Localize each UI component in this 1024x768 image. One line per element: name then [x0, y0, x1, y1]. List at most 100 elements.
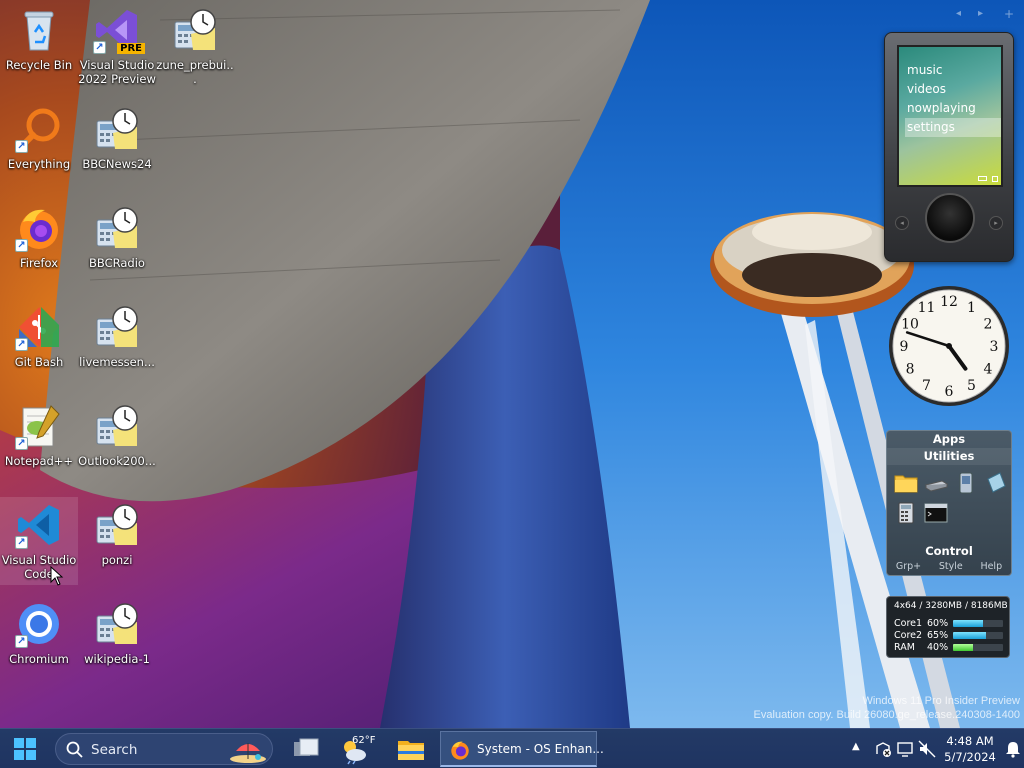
sysmon-row-core2: Core2 65% — [894, 630, 1006, 642]
task-view-button[interactable] — [290, 733, 322, 765]
taskbar-window-title: System - OS Enhan... — [477, 742, 604, 756]
desktop-icon-notepad-plus-plus[interactable]: ↗ Notepad++ — [0, 398, 78, 494]
sidebar-prev-icon[interactable]: ◂ — [956, 8, 961, 19]
gadget-file-icon — [93, 402, 141, 450]
sysmon-bar-fill — [953, 620, 983, 627]
zune-menu-videos[interactable]: videos — [905, 80, 1001, 99]
vscode-icon: ↗ — [15, 501, 63, 549]
calculator-icon[interactable] — [894, 501, 918, 525]
folder-icon[interactable] — [894, 471, 918, 495]
clock-numeral: 4 — [984, 362, 993, 378]
visual-studio-icon: PRE ↗ — [93, 6, 145, 54]
desktop-icon-label: ponzi — [101, 553, 133, 567]
device-icon[interactable] — [954, 471, 978, 495]
desktop-icon-label: Everything — [7, 157, 71, 171]
clock-numeral: 2 — [984, 317, 993, 333]
desktop-icon-recycle-bin[interactable]: Recycle Bin — [0, 2, 78, 98]
gadget-file-icon — [93, 501, 141, 549]
clock-numeral: 3 — [990, 339, 999, 355]
desktop-icon-label: wikipedia-1 — [84, 652, 150, 666]
system-monitor-gadget[interactable]: 4x64 / 3280MB / 8186MB Core1 60% Core2 6… — [886, 596, 1010, 658]
shortcut-arrow-icon: ↗ — [15, 239, 28, 252]
volume-muted-icon[interactable] — [918, 740, 936, 758]
taskbar-search-box[interactable]: Search — [55, 733, 273, 765]
network-disconnected-icon[interactable] — [874, 740, 892, 758]
zune-status-icon — [992, 176, 998, 182]
git-bash-icon: ↗ — [15, 303, 63, 351]
apps-style-link[interactable]: Style — [939, 561, 963, 572]
clock-numeral: 6 — [945, 384, 954, 400]
desktop-icon-label: livemessen... — [79, 355, 155, 369]
taskbar-window-firefox[interactable]: System - OS Enhan... — [440, 731, 604, 767]
taskbar: Search 62°F System - OS Enhan... ▲ 4:48 … — [0, 728, 1024, 768]
shortcut-arrow-icon: ↗ — [15, 635, 28, 648]
sysmon-row-percent: 65% — [927, 630, 949, 641]
zune-menu-settings[interactable]: settings — [905, 118, 1001, 137]
desktop-icon-git-bash[interactable]: ↗ Git Bash — [0, 299, 78, 395]
command-prompt-icon[interactable] — [924, 501, 948, 525]
clock-gadget[interactable]: 12 1 2 3 4 5 6 7 8 9 10 11 — [887, 284, 1011, 408]
desktop-icon-firefox[interactable]: ↗ Firefox — [0, 200, 78, 296]
clock-numeral: 5 — [967, 378, 976, 394]
pre-badge: PRE — [117, 43, 145, 54]
sidebar-add-icon[interactable]: + — [1004, 7, 1014, 21]
desktop-icon-ponzi[interactable]: ponzi — [78, 497, 156, 593]
start-button[interactable] — [10, 735, 40, 763]
desktop-icon-label: Git Bash — [14, 355, 64, 369]
sysmon-row-core1: Core1 60% — [894, 618, 1006, 630]
zune-menu-nowplaying[interactable]: nowplaying — [905, 99, 1001, 118]
evaluation-watermark: Windows 11 Pro Insider Preview Evaluatio… — [754, 694, 1020, 722]
desktop-icon-everything[interactable]: ↗ Everything — [0, 101, 78, 197]
gadget-file-icon — [171, 6, 219, 54]
file-explorer-icon — [398, 741, 424, 760]
sysmon-row-percent: 40% — [927, 642, 949, 653]
zune-screen: music videos nowplaying settings — [897, 45, 1003, 187]
zune-gadget[interactable]: music videos nowplaying settings ◂ ▸ — [884, 32, 1014, 262]
weather-widget-button[interactable]: 62°F — [340, 733, 380, 765]
desktop-icon-visual-studio-code[interactable]: ↗ Visual Studio Code — [0, 497, 78, 585]
notification-bell-icon[interactable] — [1004, 740, 1022, 758]
desktop-icon-chromium[interactable]: ↗ Chromium — [0, 596, 78, 692]
show-hidden-icons-chevron-icon[interactable]: ▲ — [852, 741, 860, 752]
desktop-icon-visual-studio-2022-preview[interactable]: PRE ↗ Visual Studio 2022 Preview — [78, 2, 156, 98]
sysmon-row-percent: 60% — [927, 618, 949, 629]
clock-numeral: 9 — [900, 339, 909, 355]
clock-numeral: 7 — [922, 378, 931, 394]
desktop-icon-livemessenger[interactable]: livemessen... — [78, 299, 156, 395]
sidebar-next-icon[interactable]: ▸ — [978, 8, 983, 19]
desktop-icon-wikipedia-1[interactable]: wikipedia-1 — [78, 596, 156, 692]
apps-title: Apps — [932, 432, 966, 446]
desktop-icon-bbcradio[interactable]: BBCRadio — [78, 200, 156, 296]
chromium-icon: ↗ — [15, 600, 63, 648]
apps-group-add-link[interactable]: Grp+ — [896, 561, 921, 572]
desktop-icon-zune-prebuilt[interactable]: zune_prebui... — [156, 2, 234, 98]
zune-play-pause-button[interactable]: ▸ — [989, 216, 1003, 230]
notepad-icon[interactable] — [984, 471, 1008, 495]
taskbar-clock[interactable]: 4:48 AM 5/7/2024 — [940, 733, 1000, 765]
recycle-bin-icon — [15, 6, 63, 54]
watermark-line-1: Windows 11 Pro Insider Preview — [862, 695, 1020, 707]
search-highlight-beach-icon — [230, 743, 266, 763]
desktop-icon-label: Chromium — [9, 652, 69, 666]
clock-numeral: 10 — [901, 317, 919, 333]
sysmon-bar — [953, 620, 1003, 627]
desktop-icon-bbcnews24[interactable]: BBCNews24 — [78, 101, 156, 197]
firefox-icon — [451, 741, 469, 760]
desktop-icon-label: Outlook200... — [78, 454, 156, 468]
search-placeholder: Search — [91, 742, 138, 758]
sysmon-row-name: RAM — [894, 642, 915, 653]
firefox-icon: ↗ — [15, 204, 63, 252]
sysmon-bar — [953, 632, 1003, 639]
display-icon[interactable] — [896, 740, 914, 758]
file-explorer-button[interactable] — [395, 733, 427, 765]
zune-squircle-pad[interactable] — [925, 193, 975, 243]
desktop-icon-label: Visual Studio 2022 Preview — [78, 58, 156, 86]
weather-temperature: 62°F — [352, 735, 376, 746]
zune-back-button[interactable]: ◂ — [895, 216, 909, 230]
desktop-icon-outlook[interactable]: Outlook200... — [78, 398, 156, 494]
zune-menu-music[interactable]: music — [905, 61, 1001, 80]
scanner-icon[interactable] — [924, 471, 949, 495]
sysmon-row-name: Core1 — [894, 618, 923, 629]
apps-help-link[interactable]: Help — [980, 561, 1002, 572]
apps-group-title[interactable]: Utilities — [887, 448, 1011, 465]
